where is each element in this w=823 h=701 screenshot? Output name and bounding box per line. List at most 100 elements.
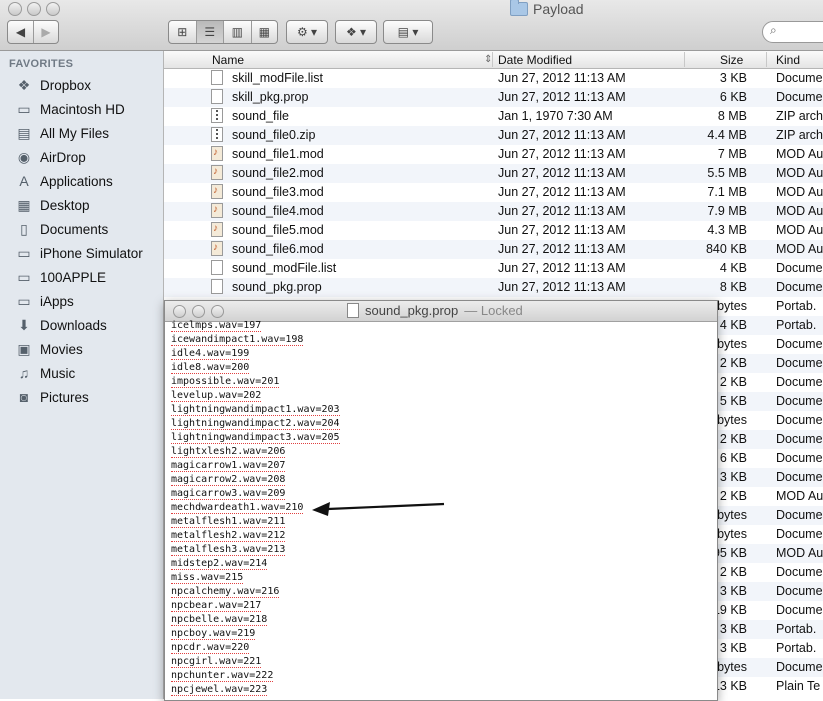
file-kind: Docume	[776, 527, 823, 541]
sidebar-item-downloads[interactable]: ⬇ Downloads	[15, 314, 107, 336]
action-menu-button[interactable]: ⚙ ▾	[286, 20, 328, 44]
text-line: magicarrow3.wav=209	[171, 487, 286, 501]
sidebar-item-iapps[interactable]: ▭ iApps	[15, 290, 73, 312]
sidebar-item-100apple[interactable]: ▭ 100APPLE	[15, 266, 106, 288]
file-kind: Docume	[776, 375, 823, 389]
close-window-button[interactable]	[8, 2, 22, 16]
file-size: 3 KB	[719, 622, 747, 636]
table-row[interactable]: skill_pkg.prop Jun 27, 2012 11:13 AM 6 KB D…	[164, 88, 823, 107]
text-line: miss.wav=215	[171, 571, 244, 585]
list-view-icon: ☰	[204, 25, 216, 39]
sidebar-item-pictures[interactable]: ◙ Pictures	[15, 386, 89, 408]
file-kind: Docume	[776, 432, 823, 446]
back-button[interactable]: ◀	[8, 21, 34, 43]
name-column-header[interactable]: Name	[212, 52, 244, 68]
sidebar-item-all-my-files[interactable]: ▤ All My Files	[15, 122, 109, 144]
airdrop-icon: ◉	[17, 148, 31, 165]
file-kind: MOD Au	[776, 242, 823, 256]
table-row[interactable]: sound_file6.mod Jun 27, 2012 11:13 AM 840 …	[164, 240, 823, 259]
dropbox-menu-button[interactable]: ❖ ▾	[335, 20, 377, 44]
text-line-content: npcgirl.wav=221	[171, 656, 262, 668]
list-view-button[interactable]: ☰	[196, 21, 224, 43]
sidebar-item-airdrop[interactable]: ◉ AirDrop	[15, 146, 86, 168]
gear-icon: ⚙ ▾	[296, 25, 318, 39]
file-date: Jun 27, 2012 11:13 AM	[498, 223, 626, 237]
zip-file-icon	[211, 127, 223, 142]
file-size: 6 KB	[719, 451, 747, 465]
window-title: Payload	[533, 1, 584, 17]
sidebar: FAVORITES ❖ Dropbox ▭ Macintosh HD ▤ All My F…	[0, 51, 164, 699]
file-size: bytes	[717, 660, 747, 674]
table-row[interactable]: skill_modFile.list Jun 27, 2012 11:13 AM 3…	[164, 69, 823, 88]
view-mode-control: ⊞ ☰ ▥ ▦	[168, 20, 278, 44]
text-line-content: idle8.wav=200	[171, 362, 250, 374]
icon-view-button[interactable]: ⊞	[169, 21, 197, 43]
sidebar-item-movies[interactable]: ▣ Movies	[15, 338, 82, 360]
column-view-button[interactable]: ▥	[224, 21, 252, 43]
all-files-icon: ▤	[17, 124, 31, 141]
table-row[interactable]: sound_file5.mod Jun 27, 2012 11:13 AM 4.3 …	[164, 221, 823, 240]
file-kind: Docume	[776, 261, 823, 275]
table-row[interactable]: sound_file3.mod Jun 27, 2012 11:13 AM 7.1 …	[164, 183, 823, 202]
table-row[interactable]: sound_modFile.list Jun 27, 2012 11:13 AM 4…	[164, 259, 823, 278]
arrange-menu-button[interactable]: ▤ ▾	[383, 20, 433, 44]
search-icon: ⌕	[770, 23, 777, 37]
table-row[interactable]: sound_file1.mod Jun 27, 2012 11:13 AM 7 MB…	[164, 145, 823, 164]
text-line-content: npchunter.wav=222	[171, 670, 274, 682]
table-row[interactable]: sound_file0.zip Jun 27, 2012 11:13 AM 4.4 …	[164, 126, 823, 145]
file-size: 95 KB	[712, 546, 747, 560]
table-row[interactable]: sound_file Jan 1, 1970 7:30 AM 8 MB ZIP arc…	[164, 107, 823, 126]
sidebar-item-label: Desktop	[40, 197, 90, 213]
sidebar-item-label: Macintosh HD	[40, 101, 125, 117]
icon-view-icon: ⊞	[177, 25, 188, 39]
dropbox-icon: ❖	[17, 76, 31, 93]
sidebar-item-dropbox[interactable]: ❖ Dropbox	[15, 74, 91, 96]
minimize-window-button[interactable]	[27, 2, 41, 16]
text-line: npcalchemy.wav=216	[171, 585, 280, 599]
column-divider[interactable]	[766, 52, 767, 67]
table-row[interactable]: sound_file2.mod Jun 27, 2012 11:13 AM 5.5 …	[164, 164, 823, 183]
cover-flow-button[interactable]: ▦	[252, 21, 278, 43]
file-size: 8 KB	[719, 280, 747, 294]
file-date: Jun 27, 2012 11:13 AM	[498, 166, 626, 180]
column-divider[interactable]	[492, 52, 493, 67]
file-size: 840 KB	[705, 242, 747, 256]
sidebar-item-desktop[interactable]: ▦ Desktop	[15, 194, 90, 216]
table-row[interactable]: sound_pkg.prop Jun 27, 2012 11:13 AM 8 KB D…	[164, 278, 823, 297]
table-row[interactable]: sound_file4.mod Jun 27, 2012 11:13 AM 7.9 …	[164, 202, 823, 221]
zip-file-icon	[211, 108, 223, 123]
file-kind: ZIP arch	[776, 128, 823, 142]
zoom-window-button[interactable]	[211, 305, 224, 318]
text-line-content: npcbear.wav=217	[171, 600, 262, 612]
sidebar-item-macintosh-hd[interactable]: ▭ Macintosh HD	[15, 98, 125, 120]
sidebar-item-music[interactable]: ♫ Music	[15, 362, 76, 384]
text-line-content: levelup.wav=202	[171, 390, 262, 402]
folder-icon: ▭	[17, 244, 31, 261]
file-name: sound_modFile.list	[232, 261, 337, 275]
zoom-window-button[interactable]	[46, 2, 60, 16]
close-window-button[interactable]	[173, 305, 186, 318]
sidebar-item-documents[interactable]: ▯ Documents	[15, 218, 108, 240]
file-size: 2 KB	[719, 489, 747, 503]
date-column-header[interactable]: Date Modified	[498, 52, 572, 68]
movies-icon: ▣	[17, 340, 31, 357]
forward-button[interactable]: ▶	[34, 21, 58, 43]
text-line-content: magicarrow2.wav=208	[171, 474, 286, 486]
document-icon	[347, 303, 359, 318]
file-date: Jun 27, 2012 11:13 AM	[498, 261, 626, 275]
file-date: Jun 27, 2012 11:13 AM	[498, 90, 626, 104]
file-size: 4.3 MB	[707, 223, 747, 237]
text-line: impossible.wav=201	[171, 375, 280, 389]
size-column-header[interactable]: Size	[720, 52, 743, 68]
column-divider[interactable]	[684, 52, 685, 67]
sidebar-item-applications[interactable]: A Applications	[15, 170, 112, 192]
search-field[interactable]: ⌕	[762, 21, 823, 43]
file-date: Jun 27, 2012 11:13 AM	[498, 147, 626, 161]
file-size: 7 MB	[717, 147, 747, 161]
kind-column-header[interactable]: Kind	[776, 52, 800, 68]
column-header: Name ⇕ Date Modified Size Kind	[164, 51, 823, 69]
sidebar-item-iphone-simulator[interactable]: ▭ iPhone Simulator	[15, 242, 142, 264]
text-line-content: npcbelle.wav=218	[171, 614, 268, 626]
sidebar-item-label: Pictures	[40, 389, 89, 405]
minimize-window-button[interactable]	[192, 305, 205, 318]
